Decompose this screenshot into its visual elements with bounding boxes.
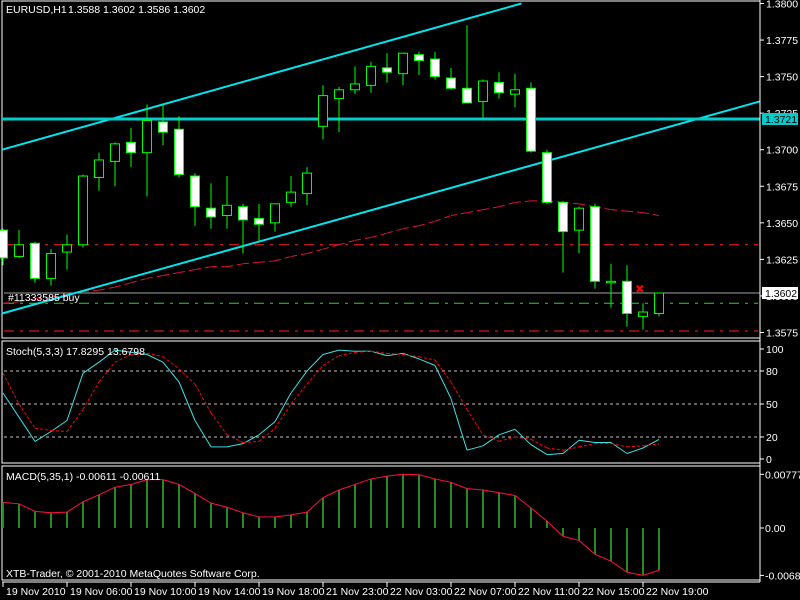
price-tick-label: 1.3650: [766, 218, 798, 230]
bull-candle-body: [334, 89, 344, 100]
bear-candle-body: [542, 152, 552, 203]
bear-candle-body: [126, 141, 136, 154]
bull-candle-body: [222, 204, 232, 217]
bear-candle-body: [414, 54, 424, 62]
candle[interactable]: [654, 292, 664, 317]
bull-candle-body: [94, 159, 104, 179]
bear-candle-body: [206, 207, 216, 218]
bull-candle-body: [142, 119, 152, 154]
time-tick-label: 19 Nov 2010: [6, 586, 66, 598]
time-tick-label: 22 Nov 19:00: [646, 586, 709, 598]
bear-candle-body: [494, 81, 504, 94]
bear-candle-body: [238, 206, 248, 221]
bull-candle-body: [14, 244, 24, 257]
macd-tick-label: 0.00777: [765, 469, 800, 481]
order-label: #11333585 buy: [8, 292, 80, 304]
bear-candle-body: [158, 121, 168, 133]
bear-candle-body: [30, 242, 40, 279]
chart-symbol-label: EURUSD,H1: [6, 4, 67, 16]
time-tick-label: 22 Nov 03:00: [390, 586, 453, 598]
bull-candle-body: [270, 203, 280, 224]
stoch-tick-label: 100: [766, 344, 784, 356]
candle[interactable]: [542, 149, 552, 204]
bull-candle-body: [46, 253, 56, 279]
time-tick-label: 19 Nov 06:00: [70, 586, 133, 598]
bear-candle-body: [430, 58, 440, 78]
macd-signal-segment: [50, 511, 68, 514]
bear-candle-body: [254, 217, 264, 225]
bear-candle-body: [558, 201, 568, 233]
stoch-tick-label: 20: [766, 432, 778, 444]
price-tick-label: 1.3775: [766, 35, 798, 47]
trading-chart[interactable]: 1.38001.37751.37501.37251.37001.36751.36…: [0, 0, 800, 600]
bull-candle-body: [286, 191, 296, 203]
macd-tick-label: 0.00: [765, 523, 786, 535]
stoch-tick-label: 0: [766, 454, 772, 466]
bear-candle-body: [526, 87, 536, 152]
candle[interactable]: [78, 174, 88, 248]
chart-background: [0, 0, 800, 600]
macd-tick-label: -0.00686: [765, 570, 800, 582]
bull-candle-body: [78, 175, 88, 246]
bid-price-label: 1.3602: [765, 288, 797, 300]
price-tick-label: 1.3625: [766, 254, 798, 266]
bear-candle-body: [0, 229, 8, 259]
stoch-tick-label: 50: [766, 399, 778, 411]
bull-candle-body: [510, 89, 520, 95]
bull-candle-body: [478, 80, 488, 102]
bear-candle-body: [462, 87, 472, 104]
candle[interactable]: [30, 241, 40, 283]
time-tick-label: 19 Nov 18:00: [262, 586, 325, 598]
candle[interactable]: [590, 203, 600, 289]
price-tick-label: 1.3800: [766, 0, 798, 11]
bear-candle-body: [174, 128, 184, 176]
bull-candle-body: [62, 244, 72, 253]
bear-candle-body: [446, 77, 456, 89]
time-tick-label: 21 Nov 23:00: [326, 586, 389, 598]
bull-candle-body: [350, 83, 360, 91]
time-tick-label: 19 Nov 14:00: [198, 586, 261, 598]
bear-candle-body: [190, 175, 200, 208]
bull-candle-body: [654, 292, 664, 314]
time-tick-label: 22 Nov 07:00: [454, 586, 517, 598]
bull-candle-body: [302, 172, 312, 195]
bear-candle-body: [590, 206, 600, 282]
bull-candle-body: [574, 207, 584, 231]
bull-candle-body: [110, 143, 120, 162]
price-tick-label: 1.3750: [766, 72, 798, 84]
stoch-tick-label: 80: [766, 366, 778, 378]
chart-ohlc-label: 1.3588 1.3602 1.3586 1.3602: [68, 4, 205, 16]
price-tick-label: 1.3700: [766, 145, 798, 157]
bull-candle-body: [606, 280, 616, 284]
bear-candle-body: [622, 280, 632, 314]
candle[interactable]: [526, 82, 536, 153]
time-tick-label: 22 Nov 15:00: [582, 586, 645, 598]
macd-label: MACD(5,35,1) -0.00611 -0.00611: [6, 471, 160, 483]
price-tick-label: 1.3675: [766, 181, 798, 193]
hline-price-label: 1.3721: [765, 114, 797, 126]
time-tick-label: 22 Nov 11:00: [518, 586, 580, 598]
bear-candle-body: [382, 67, 392, 73]
bull-candle-body: [638, 311, 648, 317]
time-tick-label: 19 Nov 10:00: [134, 586, 197, 598]
bull-candle-body: [318, 95, 328, 127]
price-tick-label: 1.3575: [766, 327, 798, 339]
bull-candle-body: [366, 65, 376, 86]
bull-candle-body: [398, 52, 408, 75]
stoch-label: Stoch(5,3,3) 17.8295 13.6798: [6, 346, 145, 358]
copyright-label: XTB-Trader, © 2001-2010 MetaQuotes Softw…: [6, 568, 260, 580]
